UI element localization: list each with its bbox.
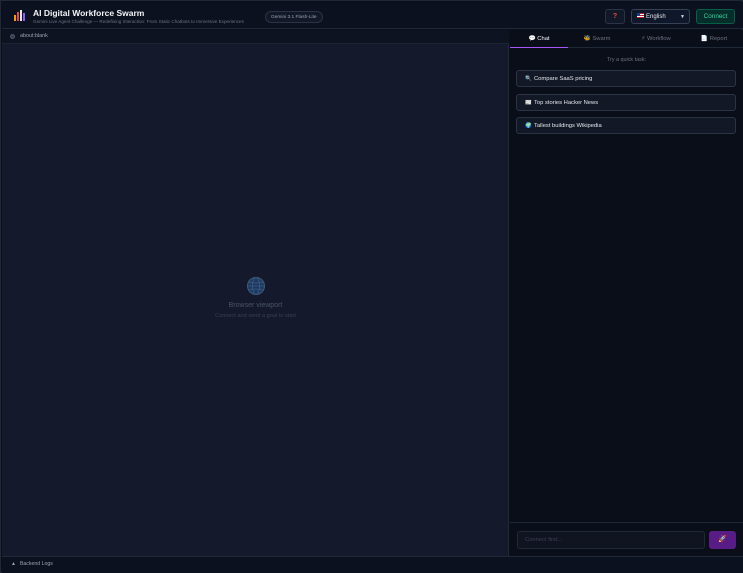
backend-logs-toggle[interactable]: ▲ Backend Logs [11, 561, 53, 567]
language-label: English [646, 14, 666, 20]
backend-logs-label: Backend Logs [19, 561, 53, 567]
caret-up-icon: ▲ [11, 561, 16, 567]
send-button[interactable]: 🚀 [709, 531, 736, 549]
quick-task-label: Tallest buildings Wikipedia [534, 123, 602, 129]
tab-label: Report [709, 36, 728, 42]
search-icon: 🔍 [525, 76, 532, 82]
bee-icon: 🐝 [583, 36, 591, 42]
viewport-empty-state: Browser viewport Connect and send a goal… [2, 276, 509, 319]
quick-task-hacker-news[interactable]: 📰 Top stories Hacker News [516, 94, 736, 111]
connect-button[interactable]: Connect [696, 9, 735, 24]
chat-bubble-icon: 💬 [528, 36, 536, 42]
document-icon: 📄 [700, 36, 709, 42]
footer-bar: ▲ Backend Logs [2, 556, 743, 573]
tab-workflow[interactable]: ⚡ Workflow [627, 30, 685, 48]
url-bar: about:blank [2, 30, 509, 44]
app-header: AI Digital Workforce Swarm Gemini Live A… [2, 2, 743, 29]
viewport-subtitle: Connect and send a goal to start [215, 313, 296, 319]
tab-report[interactable]: 📄 Report [685, 30, 743, 48]
model-badge: Gemini 3.1 Flash-Lite [265, 11, 323, 23]
quick-task-tallest-buildings[interactable]: 🌍 Tallest buildings Wikipedia [516, 117, 736, 134]
globe-icon: 🌍 [525, 123, 532, 129]
chevron-down-icon: ▼ [680, 14, 685, 20]
chat-input[interactable] [517, 531, 705, 549]
status-dot-icon [10, 34, 15, 39]
app-title: AI Digital Workforce Swarm [33, 8, 145, 18]
rocket-icon: 🚀 [718, 536, 727, 543]
quick-task-label: Compare SaaS pricing [534, 76, 593, 82]
tab-swarm[interactable]: 🐝 Swarm [568, 30, 626, 48]
swarm-logo-icon [14, 10, 25, 21]
quick-task-title: Try a quick task: [606, 57, 647, 63]
browser-panel: about:blank Browser viewport Connect and… [2, 30, 509, 556]
language-select[interactable]: English ▼ [631, 9, 690, 24]
tab-label: Swarm [592, 36, 611, 42]
globe-icon [246, 277, 265, 295]
side-panel: 💬 Chat 🐝 Swarm ⚡ Workflow 📄 Report Try a… [510, 30, 743, 556]
newspaper-icon: 📰 [525, 100, 532, 106]
tab-label: Workflow [646, 36, 671, 42]
tab-label: Chat [537, 36, 550, 42]
flag-icon [637, 13, 644, 18]
help-button[interactable]: ? [605, 9, 625, 24]
tab-chat[interactable]: 💬 Chat [510, 30, 568, 48]
viewport-title: Browser viewport [228, 302, 283, 309]
app-frame: AI Digital Workforce Swarm Gemini Live A… [0, 0, 743, 573]
url-text: about:blank [20, 33, 48, 39]
compose-bar: 🚀 [510, 522, 743, 556]
lightning-icon: ⚡ [641, 36, 646, 42]
app-subtitle: Gemini Live Agent Challenge — Redefining… [33, 19, 244, 24]
tab-bar: 💬 Chat 🐝 Swarm ⚡ Workflow 📄 Report [510, 30, 743, 48]
quick-task-label: Top stories Hacker News [534, 100, 599, 106]
quick-task-compare-saas[interactable]: 🔍 Compare SaaS pricing [516, 70, 736, 87]
